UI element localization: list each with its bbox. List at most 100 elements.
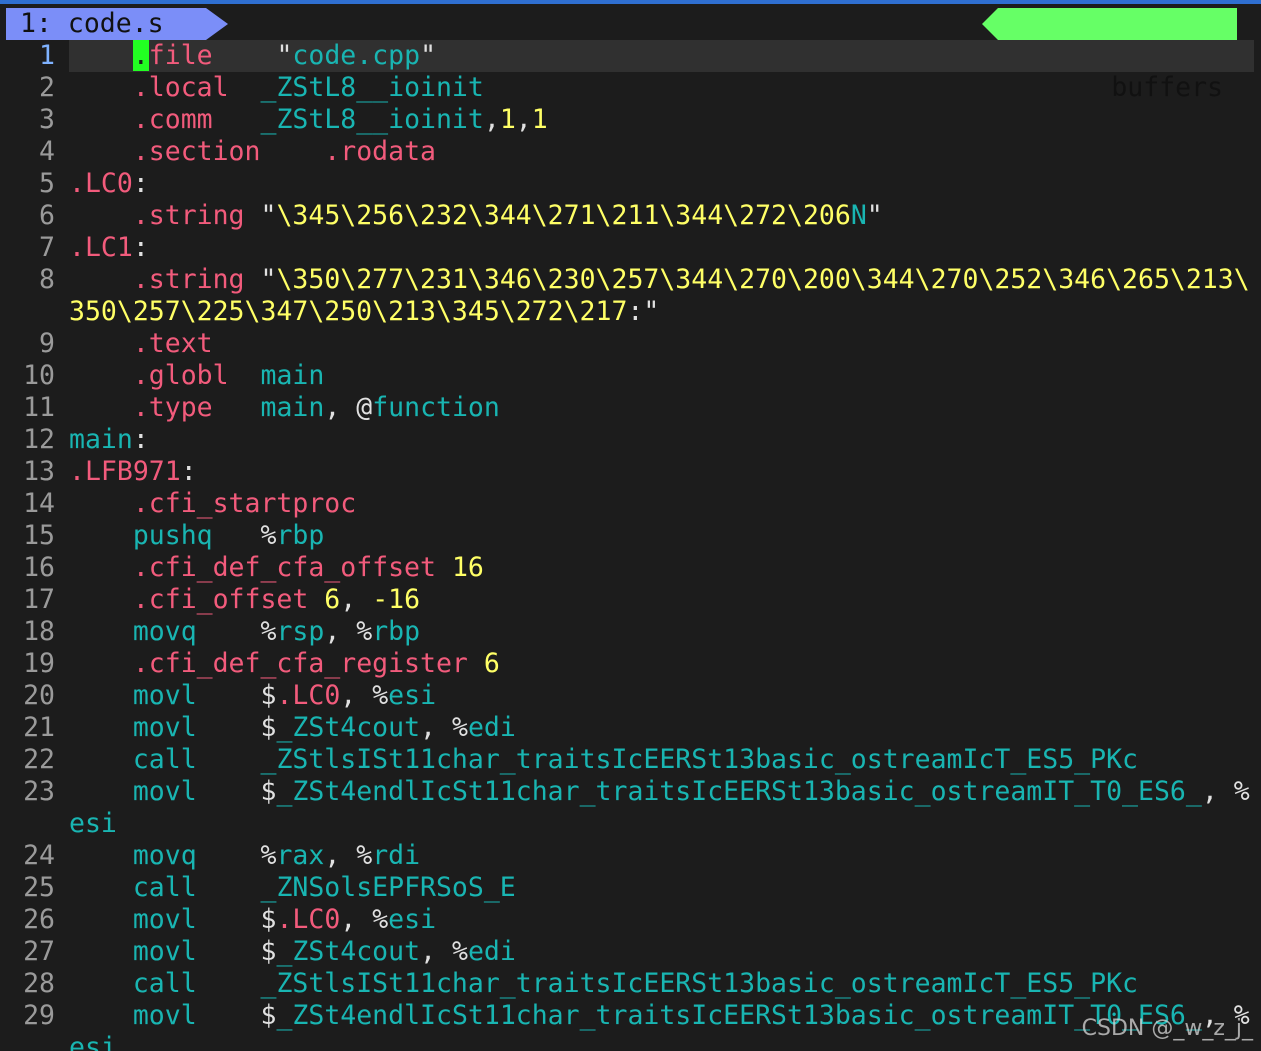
line-number: 6 [39, 200, 55, 231]
code-token: " [276, 40, 293, 71]
code-token: rax [276, 840, 325, 871]
code-token: .cfi_offset [132, 584, 309, 615]
code-line[interactable]: 20 movl $.LC0, %esi [0, 680, 1254, 712]
line-number: 24 [23, 840, 55, 871]
line-number: 19 [23, 648, 55, 679]
code-token: .LC0 [69, 168, 133, 199]
code-line[interactable]: 350\257\225\347\250\213\345\272\217:" [0, 296, 1254, 328]
code-token: .globl [132, 360, 229, 391]
code-token: _ZStlsISt11char_traitsIcEERSt13basic_ost… [260, 744, 1138, 775]
code-token: : [132, 168, 149, 199]
code-line[interactable]: 10 .globl main [0, 360, 1254, 392]
line-number: 2 [39, 72, 55, 103]
code-line[interactable]: 23 movl $_ZSt4endlIcSt11char_traitsIcEER… [0, 776, 1254, 808]
code-line[interactable]: 15 pushq %rbp [0, 520, 1254, 552]
code-token: call [132, 744, 197, 775]
code-line[interactable]: esi [0, 1032, 1254, 1051]
code-token: " [643, 296, 660, 327]
code-token: pushq [132, 520, 213, 551]
code-line[interactable]: 18 movq %rsp, %rbp [0, 616, 1254, 648]
code-token: main [260, 392, 325, 423]
code-line[interactable]: 2 .local _ZStL8__ioinit [0, 72, 1254, 104]
code-token: _ZStL8__ioinit [260, 104, 484, 135]
code-line[interactable]: 3 .comm _ZStL8__ioinit,1,1 [0, 104, 1254, 136]
code-token: " [866, 200, 883, 231]
code-token: .cfi_def_cfa_register [132, 648, 468, 679]
code-line[interactable]: 22 call _ZStlsISt11char_traitsIcEERSt13b… [0, 744, 1254, 776]
line-text: movl $.LC0, %esi [69, 680, 1254, 712]
code-line[interactable]: 27 movl $_ZSt4cout, %edi [0, 936, 1254, 968]
code-line[interactable]: 1 .file "code.cpp" [0, 40, 1254, 72]
code-line[interactable]: 26 movl $.LC0, %esi [0, 904, 1254, 936]
code-line[interactable]: 8 .string "\350\277\231\346\230\257\344\… [0, 264, 1254, 296]
editor-pane[interactable]: 1 .file "code.cpp" 2 .local _ZStL8__ioini… [0, 40, 1254, 1051]
line-text: movl $_ZSt4cout, %edi [69, 712, 1254, 744]
code-line[interactable]: 4 .section .rodata [0, 136, 1254, 168]
code-line[interactable]: 24 movq %rax, %rdi [0, 840, 1254, 872]
code-token: .comm [132, 104, 213, 135]
code-token: , [1201, 776, 1234, 807]
line-text: movq %rsp, %rbp [69, 616, 1254, 648]
line-number: 29 [23, 1000, 55, 1031]
code-token: .string [132, 264, 245, 295]
code-line[interactable]: esi [0, 808, 1254, 840]
code-line[interactable]: 11 .type main, @function [0, 392, 1254, 424]
code-line[interactable]: 5 .LC0: [0, 168, 1254, 200]
vim-window: 1: code.s buffers 1 .file "code.cpp" 2 .l… [0, 0, 1261, 1051]
line-text: .type main, @function [69, 392, 1254, 424]
code-line[interactable]: 12 main: [0, 424, 1254, 456]
code-line[interactable]: 19 .cfi_def_cfa_register 6 [0, 648, 1254, 680]
line-number: 14 [23, 488, 55, 519]
code-line[interactable]: 17 .cfi_offset 6, -16 [0, 584, 1254, 616]
code-token: function [372, 392, 500, 423]
code-line[interactable]: 29 movl $_ZSt4endlIcSt11char_traitsIcEER… [0, 1000, 1254, 1032]
code-line[interactable]: 6 .string "\345\256\232\344\271\211\344\… [0, 200, 1254, 232]
code-token: edi [467, 712, 516, 743]
line-number: 20 [23, 680, 55, 711]
line-text: call _ZNSolsEPFRSoS_E [69, 872, 1254, 904]
tab-code-s[interactable]: 1: code.s [6, 8, 206, 40]
code-line[interactable]: 7 .LC1: [0, 232, 1254, 264]
line-number: 11 [23, 392, 55, 423]
code-token: , [340, 904, 373, 935]
line-number: 13 [23, 456, 55, 487]
code-token: % [260, 520, 277, 551]
code-line[interactable]: 14 .cfi_startproc [0, 488, 1254, 520]
line-text: movq %rax, %rdi [69, 840, 1254, 872]
code-token: $ [260, 936, 277, 967]
code-token: 350\257\225\347\250\213\345\272\217 [69, 296, 628, 327]
code-token: movl [132, 936, 197, 967]
code-token: .text [132, 328, 213, 359]
buffers-indicator[interactable]: buffers [981, 8, 1237, 103]
code-token: _ZSt4endlIcSt11char_traitsIcEERSt13basic… [276, 1000, 1202, 1031]
line-number: 8 [39, 264, 55, 295]
line-text: .LC0: [69, 168, 1254, 200]
code-token: _ZNSolsEPFRSoS_E [260, 872, 516, 903]
code-line[interactable]: 13 .LFB971: [0, 456, 1254, 488]
code-token: , [483, 104, 500, 135]
code-line[interactable]: 28 call _ZStlsISt11char_traitsIcEERSt13b… [0, 968, 1254, 1000]
code-token: % [260, 616, 277, 647]
code-line[interactable]: 21 movl $_ZSt4cout, %edi [0, 712, 1254, 744]
code-token: , [420, 712, 452, 743]
code-line[interactable]: 9 .text [0, 328, 1254, 360]
code-line[interactable]: 25 call _ZNSolsEPFRSoS_E [0, 872, 1254, 904]
code-token: $ [260, 680, 277, 711]
code-line[interactable]: 16 .cfi_def_cfa_offset 16 [0, 552, 1254, 584]
code-token: " [260, 264, 277, 295]
code-token: : [180, 456, 197, 487]
line-text: movl $.LC0, %esi [69, 904, 1254, 936]
